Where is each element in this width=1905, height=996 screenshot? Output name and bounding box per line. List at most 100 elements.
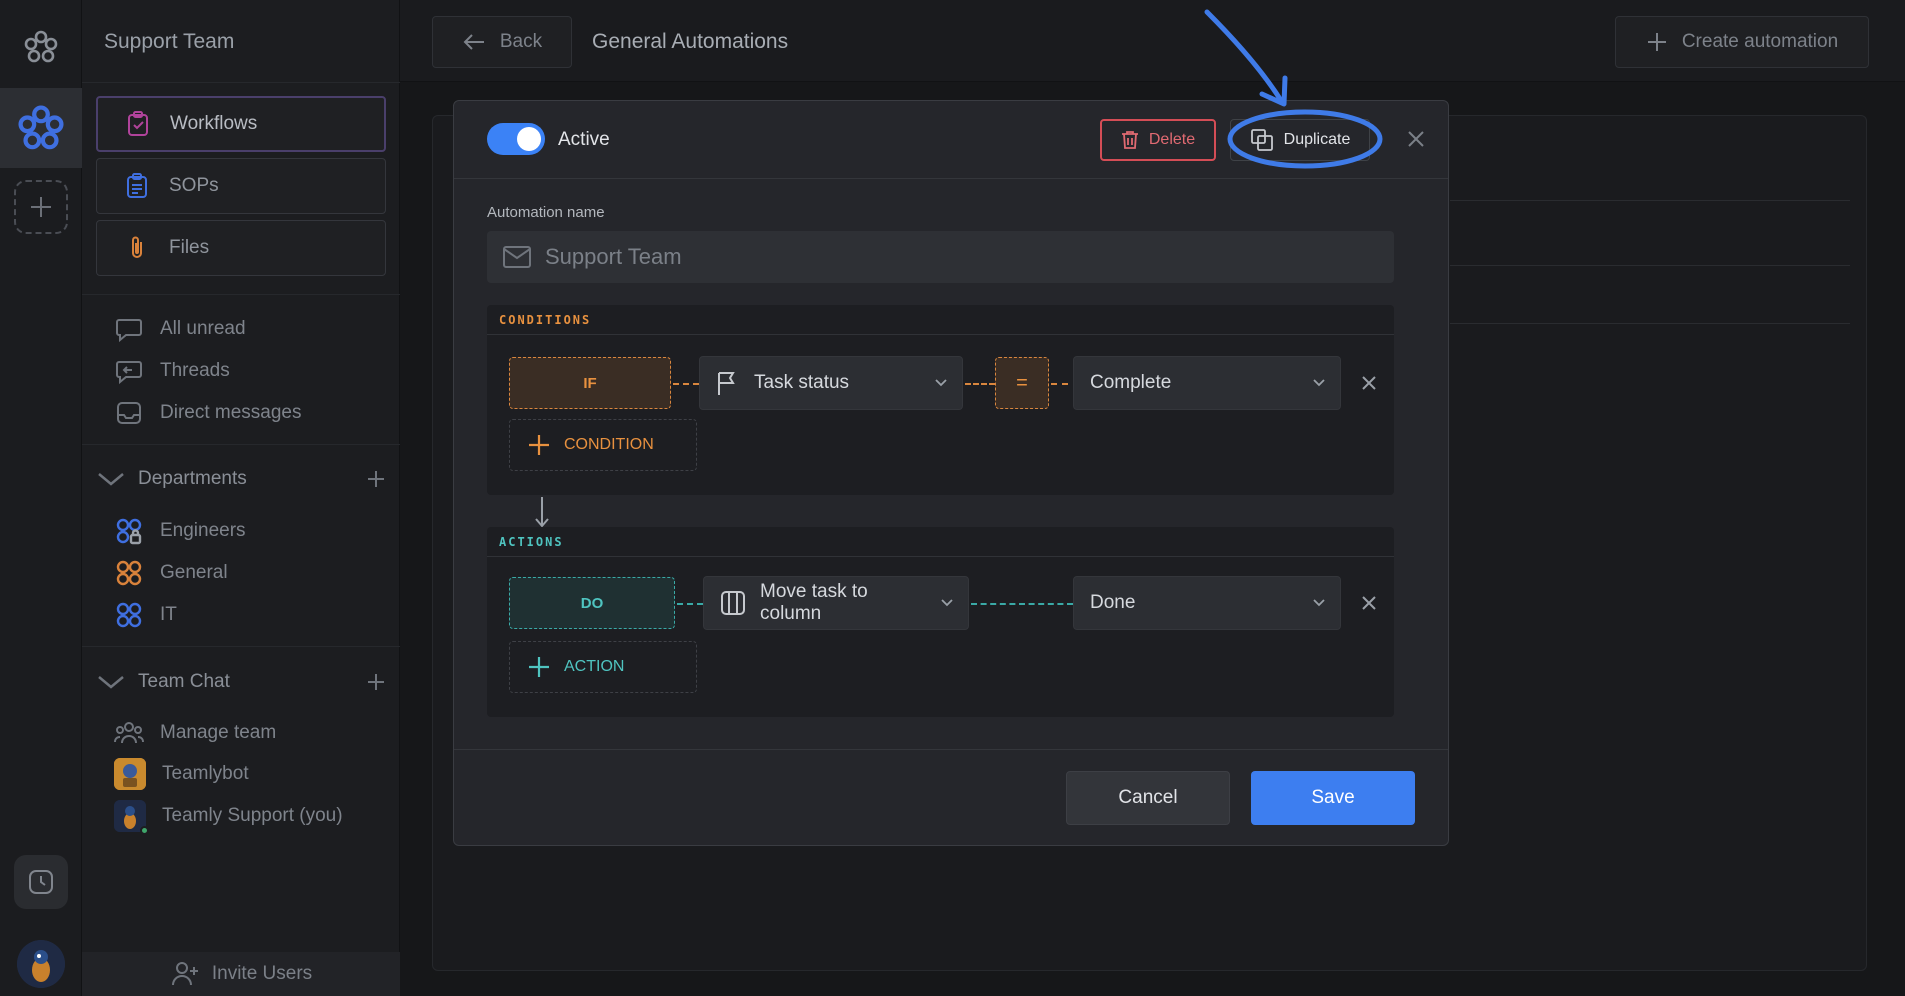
user-avatar[interactable] [17,940,65,988]
modal-header: Active Delete Duplicate [454,101,1448,179]
active-label: Active [558,129,610,150]
workspace-rail [0,0,82,996]
sidebar-item-label: Workflows [170,113,258,134]
paperclip-icon [132,236,142,258]
automation-name-field[interactable] [487,231,1394,283]
sidebar-item-label: IT [160,604,177,625]
target-column-select[interactable]: Done [1073,576,1341,630]
do-tag: DO [509,577,675,629]
invite-users-button[interactable]: Invite Users [82,952,400,996]
departments-header[interactable]: Departments [96,468,386,490]
app-root: Support Team Workflows SOPs Files All un… [0,0,1905,996]
arrow-left-icon [463,34,484,50]
bot-avatar [114,758,146,790]
sidebar-item-label: All unread [160,318,246,339]
operator-select[interactable]: = [995,357,1049,409]
add-condition-button[interactable]: CONDITION [509,419,697,471]
sidebar-item-general[interactable]: General [114,558,228,588]
plus-icon [31,197,51,217]
actions-title: ACTIONS [487,527,1394,557]
sidebar-item-teamly-support[interactable]: Teamly Support (you) [114,800,343,835]
add-action-label: ACTION [564,658,625,675]
sidebar-item-manage-team[interactable]: Manage team [114,718,276,748]
target-column-value: Done [1090,592,1136,613]
sidebar-item-teamlybot[interactable]: Teamlybot [114,758,249,790]
section-title: Departments [138,468,247,489]
bird-avatar-icon [17,940,65,988]
copy-icon [1250,129,1273,151]
clipboard-check-icon [128,111,148,136]
automation-name-input[interactable] [545,244,1345,270]
remove-condition-icon[interactable] [1359,373,1379,393]
connector-line [971,603,1073,605]
action-value: Move task to column [760,581,868,624]
online-status-dot [140,826,149,835]
chevron-down-icon [98,473,124,486]
team-icon [114,722,144,744]
add-workspace-button[interactable] [14,180,68,234]
duplicate-label: Duplicate [1283,131,1351,148]
divider [1450,323,1850,324]
user-avatar [114,800,149,835]
divider [82,646,400,647]
sidebar-item-label: Files [169,237,210,258]
divider [82,444,400,445]
plus-icon[interactable] [366,469,386,489]
team-chat-header[interactable]: Team Chat [96,671,386,693]
add-user-icon [171,962,198,986]
plus-icon[interactable] [366,672,386,692]
cancel-button[interactable]: Cancel [1066,771,1230,825]
remove-action-icon[interactable] [1359,593,1379,613]
connector-line [965,383,995,385]
divider [82,294,400,295]
chevron-down-icon [941,599,953,607]
sidebar-item-all-unread[interactable]: All unread [114,314,246,344]
connector-line [677,603,703,605]
sidebar-item-direct-messages[interactable]: Direct messages [114,398,302,428]
list-document-icon [127,173,147,198]
chevron-down-icon [935,379,947,387]
group-icon [116,602,142,628]
sidebar-item-sops[interactable]: SOPs [96,158,386,214]
sidebar-item-it[interactable]: IT [114,600,177,630]
create-automation-button[interactable]: Create automation [1615,16,1869,68]
workspace-name: Support Team [104,30,235,53]
back-label: Back [499,31,543,52]
operator-value: = [1016,371,1028,394]
create-automation-label: Create automation [1681,31,1839,52]
condition-field-select[interactable]: Task status [699,356,963,410]
arrow-down-icon [535,497,549,528]
automation-name-label: Automation name [487,204,605,221]
app-logo-icon[interactable] [20,26,62,68]
plus-icon [1647,33,1666,51]
add-action-button[interactable]: ACTION [509,641,697,693]
sidebar-item-label: General [160,562,228,583]
sidebar-item-label: Teamly Support (you) [162,805,343,826]
delete-label: Delete [1148,131,1196,148]
invite-users-label: Invite Users [211,963,313,984]
group-lock-icon [116,518,142,545]
duplicate-button[interactable]: Duplicate [1230,119,1370,161]
workspace-switcher-current[interactable] [0,88,82,168]
divider [1450,265,1850,266]
action-select[interactable]: Move task to column [703,576,969,630]
active-toggle[interactable] [487,123,545,155]
condition-value-select[interactable]: Complete [1073,356,1341,410]
history-button[interactable] [14,855,68,909]
sidebar-item-engineers[interactable]: Engineers [114,516,246,546]
workspace-logo-icon [18,105,64,150]
sidebar-item-label: SOPs [169,175,219,196]
connector-line [673,383,699,385]
automation-modal: Active Delete Duplicate Automation name … [453,100,1449,846]
clock-icon [29,870,53,894]
sidebar-item-files[interactable]: Files [96,220,386,276]
condition-value: Complete [1090,372,1172,393]
sidebar-item-workflows[interactable]: Workflows [96,96,386,152]
close-icon[interactable] [1404,127,1428,151]
page-title: General Automations [592,30,789,53]
sidebar-item-label: Engineers [160,520,246,541]
sidebar-item-threads[interactable]: Threads [114,356,230,386]
back-button[interactable]: Back [432,16,572,68]
save-button[interactable]: Save [1251,771,1415,825]
delete-button[interactable]: Delete [1100,119,1216,161]
